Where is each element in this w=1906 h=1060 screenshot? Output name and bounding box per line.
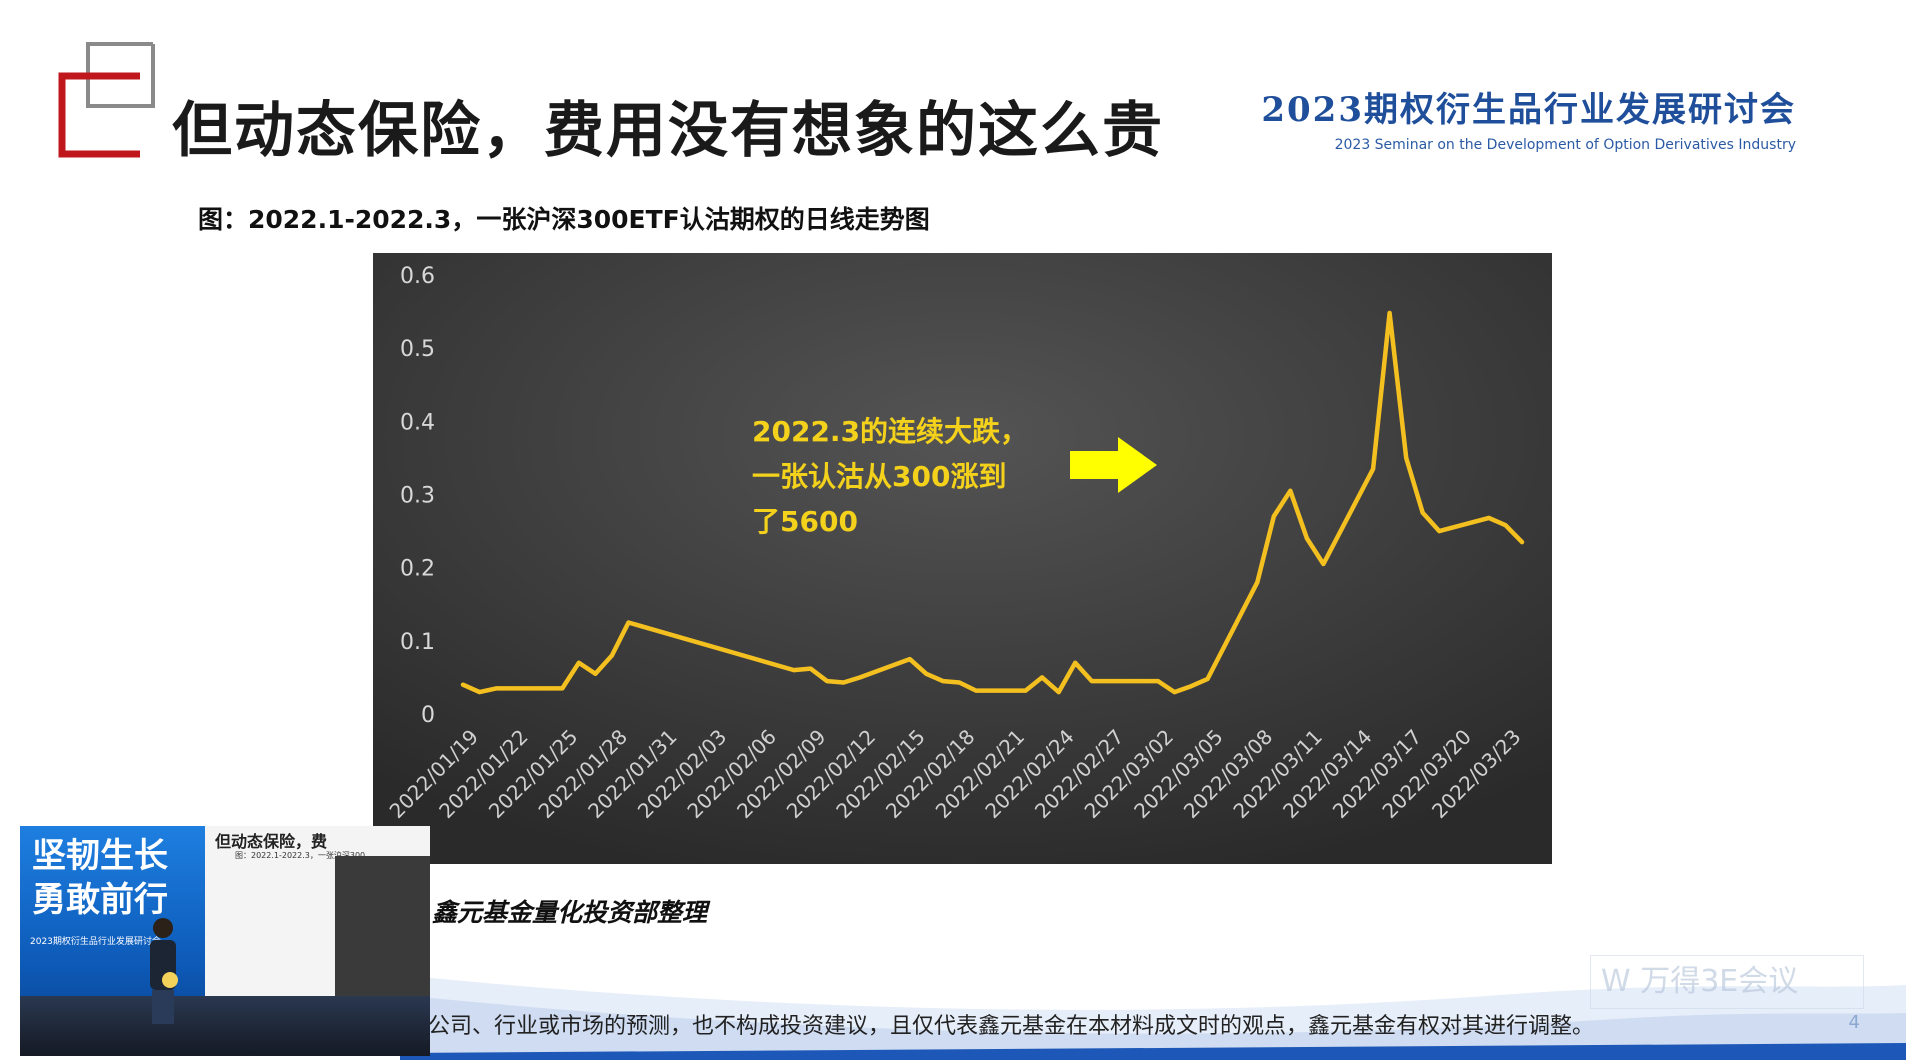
slide-title: 但动态保险，费用没有想象的这么贵 (172, 96, 1164, 166)
data-point (626, 620, 631, 625)
watermark: W 万得3E会议 (1590, 955, 1864, 1009)
data-point (1503, 523, 1508, 528)
data-point (974, 688, 978, 693)
data-point (808, 666, 813, 671)
data-point (940, 679, 945, 684)
data-point (593, 671, 598, 676)
data-point (1189, 684, 1194, 689)
data-point (1520, 540, 1524, 545)
data-point (1321, 562, 1326, 566)
data-source-note: 鑫元基金量化投资部整理 (432, 898, 708, 927)
data-point (1205, 676, 1210, 681)
chart-container: 0 0.1 0.2 0.3 0.4 0.5 0.6 2022/01/19 2022/01/22… (373, 253, 1552, 864)
brand-title: 2023期权衍生品行业发展研讨会 (1261, 90, 1796, 130)
data-point (494, 686, 499, 691)
data-point (1404, 455, 1409, 460)
corner-logo-mark (58, 42, 155, 158)
event-brand: 2023期权衍生品行业发展研讨会 2023 Seminar on the Dev… (1261, 82, 1796, 153)
slide: 但动态保险，费用没有想象的这么贵 2023期权衍生品行业发展研讨会 2023 S… (0, 0, 1906, 1060)
data-point (1089, 679, 1094, 684)
annotation-line-3: 了5600 (752, 505, 858, 538)
data-point (791, 668, 796, 673)
data-point (1056, 690, 1061, 695)
y-tick-label: 0.1 (400, 630, 435, 655)
data-point (461, 682, 465, 687)
data-point (957, 680, 962, 685)
data-point (907, 657, 912, 662)
inset-slide-title: 但动态保险，费 (215, 832, 328, 851)
data-point (609, 653, 614, 658)
line-chart: 00.10.20.30.40.50.6 2022/01/192022/01/22… (373, 253, 1552, 864)
data-point (576, 660, 581, 665)
data-point (1486, 515, 1491, 520)
data-point (1304, 536, 1309, 541)
data-point (560, 686, 565, 691)
inset-chart-thumbnail (335, 856, 430, 996)
annotation-line-2: 一张认沽从300涨到 (752, 460, 1006, 493)
data-point (1156, 679, 1160, 684)
data-point (924, 671, 929, 676)
banner-slogan: 坚韧生长 勇敢前行 (32, 834, 202, 922)
page-number: 4 (1848, 1012, 1860, 1033)
y-tick-label: 0.3 (400, 484, 435, 509)
y-tick-label: 0.2 (400, 557, 435, 582)
y-tick-label: 0.6 (400, 264, 435, 289)
data-point (1271, 514, 1276, 519)
speaker-figure (150, 918, 178, 1024)
brand-subtitle: 2023 Seminar on the Development of Optio… (1334, 137, 1796, 153)
data-point (858, 675, 863, 680)
data-point (1437, 529, 1442, 534)
slogan-line-1: 坚韧生长 (32, 836, 168, 876)
data-point (1139, 679, 1144, 684)
data-point (1023, 688, 1028, 693)
speaker-video-inset[interactable]: 坚韧生长 勇敢前行 2023期权衍生品行业发展研讨会 但动态保险，费 图：202… (20, 826, 430, 1056)
data-point (1387, 311, 1392, 315)
data-point (1420, 510, 1425, 515)
data-point (1073, 660, 1078, 665)
annotation-line-1: 2022.3的连续大跌， (752, 415, 1028, 448)
data-point (477, 690, 482, 695)
y-tick-label: 0.5 (400, 337, 435, 362)
data-point (1371, 466, 1376, 471)
disclaimer-text: 公司、行业或市场的预测，也不构成投资建议，且仅代表鑫元基金在本材料成文时的观点，… (428, 1014, 1595, 1039)
y-tick-label: 0.4 (400, 410, 435, 435)
data-point (1288, 488, 1293, 493)
y-tick-label: 0 (421, 703, 435, 728)
data-point (825, 679, 829, 684)
data-point (510, 686, 515, 691)
data-point (1040, 675, 1045, 680)
audience-area (20, 996, 430, 1056)
data-point (1255, 580, 1260, 585)
figure-caption: 图：2022.1-2022.3，一张沪深300ETF认沽期权的日线走势图 (198, 205, 930, 234)
data-point (1172, 690, 1177, 695)
data-point (841, 680, 846, 685)
